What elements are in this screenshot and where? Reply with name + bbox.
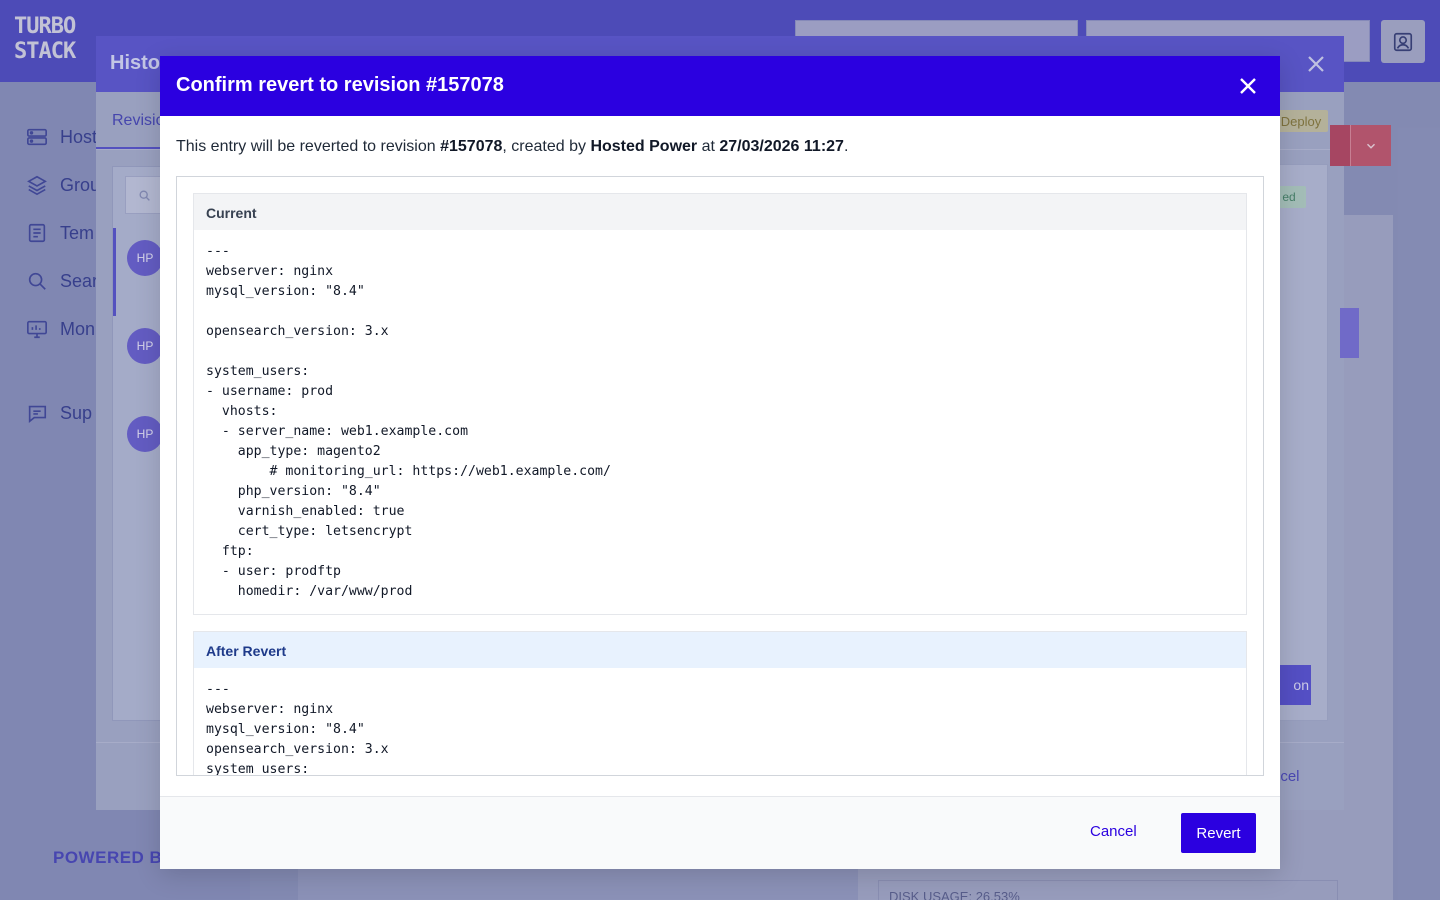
code-line: - server_name: web1.example.com [206,424,469,439]
code-line: ftp: [206,544,254,559]
code-line: opensearch_version: 3.x [206,742,389,757]
code-line: webserver: nginx [206,264,334,279]
code-line: # monitoring_url: https://web1.example.c… [206,464,611,479]
revision-author: Hosted Power [590,138,698,155]
diff-scroll-container[interactable]: Current --- webserver: nginx mysql_version… [176,176,1264,776]
after-revert-code: --- webserver: nginx mysql_version: "8.4" o… [194,668,1246,776]
code-line: cert_type: letsencrypt [206,524,413,539]
current-config-code: --- webserver: nginx mysql_version: "8.4" o… [194,230,1246,602]
revision-number: #157078 [440,138,503,155]
close-icon[interactable] [1236,74,1260,98]
revision-datetime: 27/03/2026 11:27 [719,138,844,155]
after-revert-panel: After Revert --- webserver: nginx mysql_ve… [193,631,1247,776]
code-line: webserver: nginx [206,702,334,717]
code-line: mysql_version: "8.4" [206,284,365,299]
code-line: vhosts: [206,404,278,419]
code-line: --- [206,244,230,259]
code-line: opensearch_version: 3.x [206,324,389,339]
code-line: php_version: "8.4" [206,484,381,499]
intro-text: at [697,138,720,155]
confirm-revert-modal: Confirm revert to revision #157078 This … [160,56,1280,869]
cancel-button[interactable]: Cancel [1090,823,1137,840]
intro-text: , created by [502,138,591,155]
code-line: mysql_version: "8.4" [206,722,365,737]
after-panel-heading: After Revert [194,632,1246,668]
confirm-modal-title: Confirm revert to revision #157078 [176,74,504,96]
current-panel-heading: Current [194,194,1246,230]
revert-description: This entry will be reverted to revision … [176,138,848,156]
current-config-panel: Current --- webserver: nginx mysql_version… [193,193,1247,615]
intro-text: . [843,138,849,155]
code-line: app_type: magento2 [206,444,381,459]
confirm-modal-header: Confirm revert to revision #157078 [160,56,1280,116]
code-line: --- [206,682,230,697]
code-line: - user: prodftp [206,564,341,579]
code-line: homedir: /var/www/prod [206,584,413,599]
code-line: system_users: [206,364,310,379]
intro-text: This entry will be reverted to revision [176,138,441,155]
code-line: varnish_enabled: true [206,504,405,519]
code-line: system_users: [206,762,310,776]
code-line: - username: prod [206,384,334,399]
revert-button[interactable]: Revert [1181,813,1256,853]
